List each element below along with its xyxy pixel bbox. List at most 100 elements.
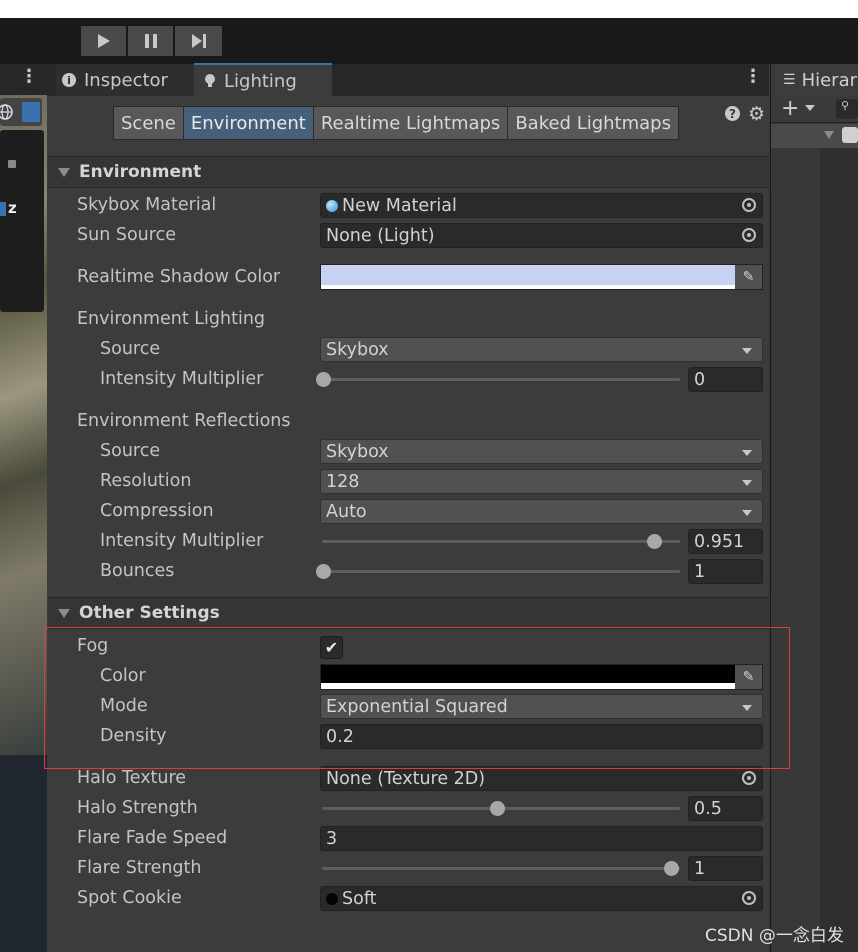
lighting-source-dropdown[interactable]: Skybox (320, 337, 763, 362)
halo-texture-label: Halo Texture (77, 768, 187, 788)
flare-fade-speed-input[interactable]: 3 (320, 826, 763, 851)
realtime-shadow-color-swatch[interactable]: ✎ (320, 264, 763, 290)
flare-strength-slider-track[interactable] (322, 867, 680, 870)
halo-texture-field[interactable]: None (Texture 2D) (320, 766, 763, 791)
chevron-down-icon (742, 450, 752, 456)
reflection-intensity-label: Intensity Multiplier (100, 531, 264, 551)
flare-fade-speed-label: Flare Fade Speed (77, 828, 228, 848)
reflection-intensity-slider-knob[interactable] (646, 534, 662, 549)
axis-z-label: z (8, 199, 17, 217)
sun-source-value: None (Light) (326, 225, 435, 246)
compression-dropdown[interactable]: Auto (320, 499, 763, 524)
lighting-intensity-slider-track[interactable] (322, 378, 680, 381)
unity-scene-icon (842, 127, 858, 143)
spot-cookie-field[interactable]: Soft (320, 886, 763, 911)
tab-hierarchy-label: Hierar (801, 69, 858, 91)
flare-strength-label: Flare Strength (77, 858, 202, 878)
subtab-scene[interactable]: Scene (113, 106, 184, 140)
environment-reflections-label: Environment Reflections (77, 411, 291, 431)
bounces-input[interactable]: 1 (688, 559, 763, 584)
lighting-source-label: Source (100, 339, 161, 359)
pause-icon (144, 34, 157, 48)
step-icon (191, 34, 206, 48)
play-button[interactable] (81, 26, 126, 56)
skybox-material-label: Skybox Material (77, 195, 217, 215)
settings-gear-icon[interactable]: ⚙ (748, 103, 765, 125)
texture-dot-icon (326, 892, 338, 905)
scene-gizmo-toggle[interactable] (0, 98, 42, 126)
halo-strength-input[interactable]: 0.5 (688, 796, 763, 821)
halo-strength-label: Halo Strength (77, 798, 198, 818)
object-picker-icon[interactable] (742, 228, 756, 242)
subtab-realtime-lightmaps[interactable]: Realtime Lightmaps (312, 106, 509, 140)
material-sphere-icon (326, 199, 338, 212)
window-top-strip (0, 0, 858, 18)
gizmo-dropdown[interactable] (22, 102, 40, 122)
spot-cookie-value: Soft (342, 888, 377, 909)
reflection-source-dropdown[interactable]: Skybox (320, 439, 763, 464)
environment-lighting-label: Environment Lighting (77, 309, 266, 329)
lighting-intensity-slider-knob[interactable] (316, 372, 331, 387)
pause-button[interactable] (128, 26, 173, 56)
watermark-text: CSDN @一念白发 (705, 926, 844, 946)
subtab-baked-lightmaps[interactable]: Baked Lightmaps (507, 106, 679, 140)
list-icon: ☰ (783, 72, 796, 88)
lock-icon[interactable] (8, 160, 16, 168)
flare-strength-input[interactable]: 1 (688, 856, 763, 881)
tab-inspector-label: Inspector (84, 69, 168, 91)
foldout-arrow-icon[interactable] (824, 131, 834, 139)
lighting-intensity-input[interactable]: 0 (688, 367, 763, 392)
add-icon[interactable]: + (781, 96, 799, 121)
reflection-intensity-input[interactable]: 0.951 (688, 529, 763, 554)
reflection-source-value: Skybox (326, 441, 389, 462)
search-icon[interactable]: ⚲ (836, 99, 858, 119)
eyedropper-icon[interactable]: ✎ (735, 265, 762, 289)
compression-value: Auto (326, 501, 367, 522)
foldout-arrow-icon (58, 167, 70, 177)
axis-z-marker (0, 202, 6, 216)
bounces-slider-knob[interactable] (316, 564, 331, 579)
realtime-shadow-color-label: Realtime Shadow Color (77, 267, 281, 287)
environment-section-header[interactable]: Environment (48, 156, 769, 188)
chevron-down-icon[interactable] (805, 105, 815, 111)
spot-cookie-label: Spot Cookie (77, 888, 182, 908)
environment-section-title: Environment (79, 162, 202, 182)
bounces-slider-track[interactable] (322, 570, 680, 573)
resolution-label: Resolution (100, 471, 192, 491)
resolution-dropdown[interactable]: 128 (320, 469, 763, 494)
skybox-material-field[interactable]: New Material (320, 193, 763, 218)
flare-strength-slider-knob[interactable] (664, 861, 679, 876)
foldout-arrow-icon (58, 608, 70, 618)
tab-lighting-label: Lighting (224, 70, 297, 92)
hierarchy-tree-area (820, 148, 858, 952)
other-settings-section-title: Other Settings (79, 603, 220, 623)
chevron-down-icon (742, 480, 752, 486)
chevron-down-icon (742, 348, 752, 354)
info-icon: i (62, 73, 76, 87)
tab-inspector[interactable]: i Inspector (56, 64, 198, 96)
lighting-source-value: Skybox (326, 339, 389, 360)
reflection-intensity-slider-track[interactable] (322, 540, 680, 543)
skybox-material-value: New Material (342, 195, 457, 216)
object-picker-icon[interactable] (742, 891, 756, 905)
bounces-label: Bounces (100, 561, 175, 581)
step-button[interactable] (175, 26, 222, 56)
tab-lighting[interactable]: Lighting (194, 63, 332, 97)
compression-label: Compression (100, 501, 214, 521)
lighting-menu-icon[interactable]: ⋮ (744, 66, 762, 87)
sun-source-field[interactable]: None (Light) (320, 223, 763, 248)
halo-strength-slider-knob[interactable] (490, 801, 505, 816)
object-picker-icon[interactable] (742, 771, 756, 785)
tab-hierarchy[interactable]: ☰ Hierar (775, 64, 858, 96)
object-picker-icon[interactable] (742, 198, 756, 212)
other-settings-section-header[interactable]: Other Settings (48, 597, 769, 629)
reflection-source-label: Source (100, 441, 161, 461)
subtab-environment[interactable]: Environment (182, 106, 314, 140)
play-icon (97, 34, 110, 48)
help-icon[interactable]: ? (725, 106, 740, 121)
highlight-box (44, 627, 790, 769)
scene-menu-icon[interactable]: ⋮ (20, 66, 38, 87)
lighting-subtabs: Scene Environment Realtime Lightmaps Bak… (113, 106, 679, 140)
halo-texture-value: None (Texture 2D) (326, 768, 486, 789)
chevron-down-icon (742, 510, 752, 516)
